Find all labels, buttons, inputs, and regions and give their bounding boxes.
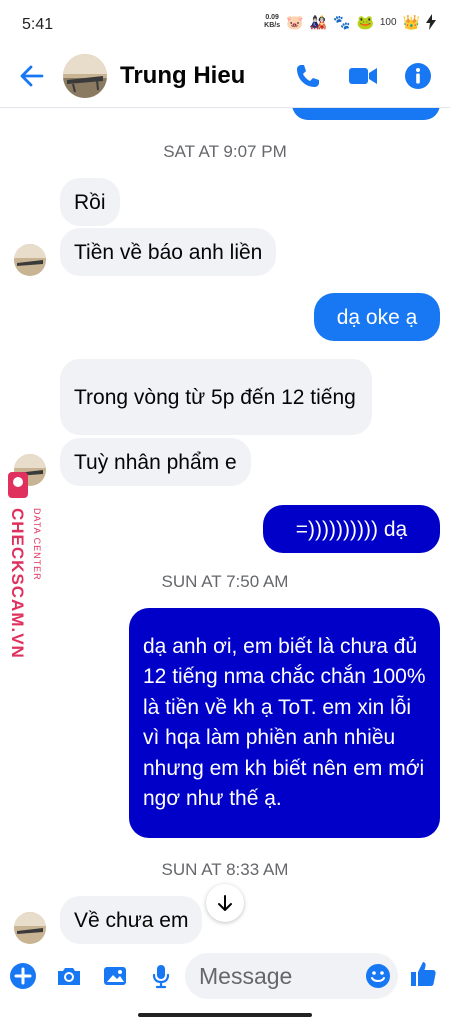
phone-icon[interactable] bbox=[294, 62, 322, 90]
message-bubble-in[interactable]: Về chưa em bbox=[60, 896, 203, 944]
camera-icon[interactable] bbox=[55, 962, 83, 990]
gallery-icon[interactable] bbox=[101, 962, 129, 990]
battery-icon: 👑 bbox=[402, 14, 420, 30]
checkscam-watermark: CHECKSCAM.VN DATA CENTER bbox=[4, 470, 48, 660]
message-bubble-in[interactable]: Trong vòng từ 5p đến 12 tiếng bbox=[60, 359, 372, 435]
back-arrow-icon[interactable] bbox=[16, 60, 48, 92]
battery-level: 100 bbox=[379, 16, 397, 28]
status-bar: 5:41 0.09 KB/s 🐷 🎎 🐾 🐸 100 👑 bbox=[0, 0, 450, 44]
conversation-header: Trung Hieu bbox=[0, 44, 450, 108]
notification-icon: 🎎 bbox=[309, 14, 327, 30]
notification-icon: 🐸 bbox=[356, 14, 374, 30]
system-navigation-bar bbox=[0, 1004, 450, 1024]
home-handle[interactable] bbox=[138, 1013, 312, 1017]
arrow-down-icon bbox=[218, 895, 232, 911]
message-input-box[interactable] bbox=[185, 953, 398, 999]
contact-avatar[interactable] bbox=[63, 54, 107, 98]
message-input[interactable] bbox=[199, 961, 349, 991]
message-bubble-out[interactable]: dạ anh ơi, em biết là chưa đủ 12 tiếng n… bbox=[129, 608, 440, 838]
message-bubble-in[interactable]: Tuỳ nhân phẩm e bbox=[60, 438, 251, 486]
status-time: 5:41 bbox=[22, 16, 54, 33]
sender-avatar[interactable] bbox=[14, 912, 46, 944]
message-bubble-in[interactable]: Rồi bbox=[60, 178, 120, 226]
message-bubble-out[interactable] bbox=[292, 108, 440, 120]
watermark-label: DATA CENTER bbox=[32, 508, 42, 581]
contact-name[interactable]: Trung Hieu bbox=[120, 62, 245, 90]
scroll-to-bottom-button[interactable] bbox=[206, 884, 244, 922]
message-list[interactable]: SAT AT 9:07 PM Rồi Tiền về báo anh liền … bbox=[0, 108, 450, 948]
timestamp: SUN AT 8:33 AM bbox=[161, 860, 289, 879]
watermark-brand: CHECKSCAM.VN bbox=[8, 508, 27, 659]
status-icons: 0.09 KB/s 🐷 🎎 🐾 🐸 100 👑 bbox=[264, 14, 436, 30]
notification-icon: 🐷 bbox=[286, 14, 304, 30]
message-bubble-in[interactable]: Tiền về báo anh liền bbox=[60, 228, 277, 276]
plus-icon[interactable] bbox=[9, 962, 37, 990]
network-speed: 0.09 KB/s bbox=[264, 14, 281, 29]
video-call-icon[interactable] bbox=[348, 62, 378, 90]
microphone-icon[interactable] bbox=[147, 962, 175, 990]
timestamp: SUN AT 7:50 AM bbox=[161, 572, 289, 591]
like-icon[interactable] bbox=[408, 959, 438, 989]
charging-icon bbox=[426, 14, 436, 30]
message-bubble-out[interactable]: =)))))))))) dạ bbox=[263, 505, 440, 553]
info-icon[interactable] bbox=[404, 62, 432, 90]
sender-avatar[interactable] bbox=[14, 244, 46, 276]
emoji-icon[interactable] bbox=[365, 963, 391, 989]
message-bubble-out[interactable]: dạ oke ạ bbox=[314, 293, 440, 341]
notification-icon: 🐾 bbox=[333, 14, 351, 30]
timestamp: SAT AT 9:07 PM bbox=[163, 142, 287, 161]
message-composer bbox=[0, 948, 450, 1004]
